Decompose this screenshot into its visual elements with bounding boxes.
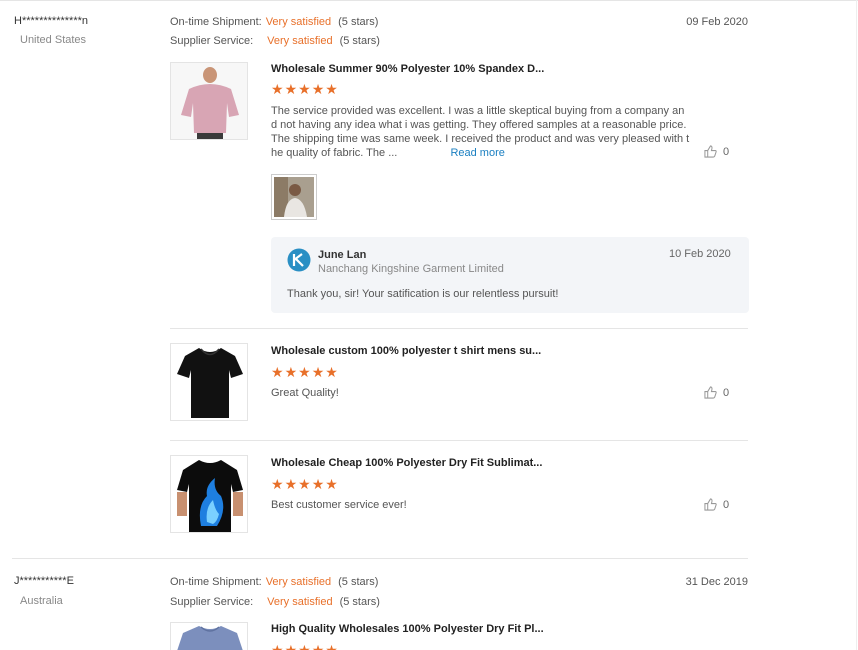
rating-value: Very satisfied xyxy=(265,576,332,588)
thumbs-up-icon xyxy=(704,386,717,399)
reply-company-name: Nanchang Kingshine Garment Limited xyxy=(318,263,504,275)
product-thumbnail[interactable] xyxy=(170,622,248,650)
star-icon: ★ xyxy=(311,642,326,650)
buyer-name: J***********E xyxy=(14,575,74,587)
reply-text: Thank you, sir! Your satification is our… xyxy=(287,288,559,300)
star-icon: ★ xyxy=(271,642,285,650)
blue-flame-tshirt-image xyxy=(171,456,247,532)
read-more-link[interactable]: Read more xyxy=(450,147,504,159)
buyer-country: Australia xyxy=(20,595,63,607)
review-text: Great Quality! xyxy=(271,387,339,399)
product-rating-stars: ★★★★★ xyxy=(271,365,339,379)
black-tshirt-image xyxy=(171,344,247,420)
star-icon: ★ xyxy=(271,476,285,492)
product-thumbnail[interactable] xyxy=(170,343,248,421)
rating-label: On-time Shipment: xyxy=(170,576,262,588)
rating-stars-text: (5 stars) xyxy=(339,35,380,47)
like-button[interactable]: 0 xyxy=(704,498,729,511)
review-date: 31 Dec 2019 xyxy=(685,576,748,588)
customer-photo-image xyxy=(274,177,314,217)
star-icon: ★ xyxy=(271,81,285,97)
rating-stars-text: (5 stars) xyxy=(339,596,380,608)
product-rating-stars: ★★★★★ xyxy=(271,643,339,650)
thumbs-up-icon xyxy=(704,145,717,158)
product-rating-stars: ★★★★★ xyxy=(271,82,339,96)
product-thumbnail[interactable] xyxy=(170,455,248,533)
review-text-line-last: he quality of fabric. The ... Read more xyxy=(271,146,707,160)
rating-label: Supplier Service: xyxy=(170,596,254,608)
product-title[interactable]: Wholesale custom 100% polyester t shirt … xyxy=(271,345,541,357)
buyer-country: United States xyxy=(20,34,87,46)
top-divider xyxy=(0,0,858,1)
review-date: 09 Feb 2020 xyxy=(686,16,748,28)
star-icon: ★ xyxy=(284,476,299,492)
star-icon: ★ xyxy=(325,81,339,97)
rating-row-shipment: On-time Shipment: Very satisfied (5 star… xyxy=(170,16,378,28)
star-icon: ★ xyxy=(298,476,312,492)
star-icon: ★ xyxy=(284,642,299,650)
review-text-line: d not having any idea what i was getting… xyxy=(271,119,687,131)
rating-value: Very satisfied xyxy=(267,596,333,608)
supplier-logo-icon xyxy=(287,248,311,272)
right-border xyxy=(856,0,857,650)
star-icon: ★ xyxy=(271,364,285,380)
review-divider xyxy=(12,558,748,559)
rating-row-service: Supplier Service: Very satisfied (5 star… xyxy=(170,596,380,608)
pink-tshirt-image xyxy=(171,63,247,139)
rating-value: Very satisfied xyxy=(267,35,333,47)
star-icon: ★ xyxy=(311,364,326,380)
star-icon: ★ xyxy=(284,81,299,97)
like-count: 0 xyxy=(723,498,730,511)
reply-date: 10 Feb 2020 xyxy=(669,248,731,260)
supplier-reply: June Lan Nanchang Kingshine Garment Limi… xyxy=(271,237,749,313)
star-icon: ★ xyxy=(325,642,339,650)
review-text-line: The shipping time was same week. I recei… xyxy=(271,133,690,145)
product-thumbnail[interactable] xyxy=(170,62,248,140)
product-divider xyxy=(170,440,748,441)
rating-row-service: Supplier Service: Very satisfied (5 star… xyxy=(170,35,380,47)
product-title[interactable]: High Quality Wholesales 100% Polyester D… xyxy=(271,623,544,635)
rating-value: Very satisfied xyxy=(265,16,332,28)
review-text-line: The service provided was excellent. I wa… xyxy=(271,105,685,117)
star-icon: ★ xyxy=(325,476,339,492)
reply-author-name: June Lan xyxy=(318,249,367,261)
review-text-line: he quality of fabric. The ... xyxy=(271,147,398,159)
review-text: Best customer service ever! xyxy=(271,499,407,511)
star-icon: ★ xyxy=(298,81,312,97)
star-icon: ★ xyxy=(311,476,326,492)
rating-label: Supplier Service: xyxy=(170,35,254,47)
product-title[interactable]: Wholesale Cheap 100% Polyester Dry Fit S… xyxy=(271,457,542,469)
like-button[interactable]: 0 xyxy=(704,386,729,399)
buyer-name: H**************n xyxy=(14,15,88,27)
like-button[interactable]: 0 xyxy=(704,145,729,158)
rating-row-shipment: On-time Shipment: Very satisfied (5 star… xyxy=(170,576,378,588)
rating-stars-text: (5 stars) xyxy=(338,16,379,28)
star-icon: ★ xyxy=(311,81,326,97)
grey-blue-tshirt-image xyxy=(171,623,247,650)
thumbs-up-icon xyxy=(704,498,717,511)
product-title[interactable]: Wholesale Summer 90% Polyester 10% Spand… xyxy=(271,63,544,75)
product-divider xyxy=(170,328,748,329)
rating-stars-text: (5 stars) xyxy=(338,576,379,588)
star-icon: ★ xyxy=(298,642,312,650)
product-rating-stars: ★★★★★ xyxy=(271,477,339,491)
star-icon: ★ xyxy=(325,364,339,380)
rating-label: On-time Shipment: xyxy=(170,16,262,28)
star-icon: ★ xyxy=(298,364,312,380)
review-text: The service provided was excellent. I wa… xyxy=(271,104,707,160)
like-count: 0 xyxy=(723,386,730,399)
review-photo[interactable] xyxy=(271,174,317,220)
like-count: 0 xyxy=(723,145,730,158)
star-icon: ★ xyxy=(284,364,299,380)
